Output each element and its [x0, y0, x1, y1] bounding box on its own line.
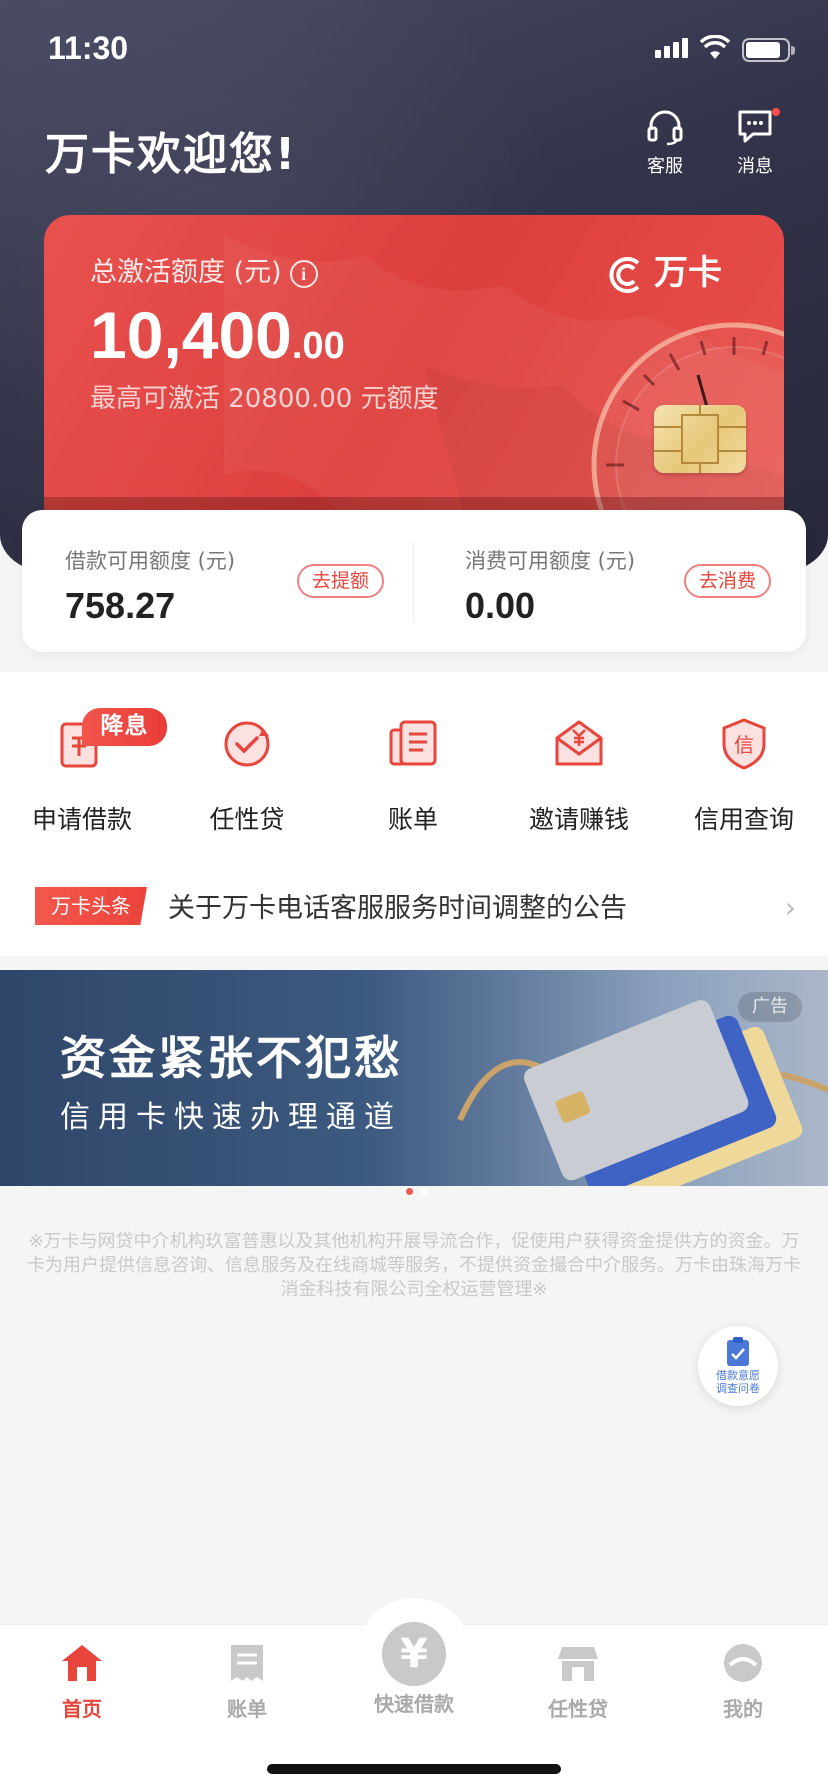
- wanka-logo-icon: [609, 256, 640, 293]
- available-limits-card: 借款可用额度 (元) 758.27 去提额 消费可用额度 (元) 0.00 去消…: [22, 510, 806, 652]
- customer-service-button[interactable]: 客服: [630, 108, 700, 178]
- banner-headline: 资金紧张不犯愁: [60, 1031, 403, 1085]
- wifi-icon: [700, 35, 730, 59]
- shortcut-label: 邀请赚钱: [528, 805, 629, 834]
- credit-limit-card[interactable]: 总激活额度 (元) i 10,400.00 最高可激活 20800.00 元额度 …: [44, 215, 784, 515]
- status-bar: 11:30: [0, 0, 828, 100]
- tab-label: 任性贷: [548, 1697, 608, 1721]
- receipt-icon: [231, 1645, 263, 1681]
- limits-divider: [413, 542, 414, 622]
- news-tag: 万卡头条: [35, 887, 147, 925]
- home-icon: [62, 1645, 102, 1681]
- tab-bill[interactable]: 账单: [187, 1641, 307, 1722]
- home-indicator: [267, 1764, 561, 1774]
- raise-limit-button[interactable]: 去提额: [297, 564, 385, 598]
- store-icon: [558, 1647, 598, 1681]
- welcome-title: 万卡欢迎您!: [45, 129, 298, 180]
- total-limit-title: 总激活额度 (元) i: [90, 250, 318, 289]
- pagination-dot-active[interactable]: [406, 1188, 413, 1195]
- consume-limit-value: 0.00: [465, 585, 536, 626]
- loan-limit-value: 758.27: [65, 585, 176, 626]
- shortcut-grid: 申请借款 任性贷 账单 邀请赚钱 信 信用查询: [0, 672, 828, 852]
- rate-cut-badge: 降息: [82, 708, 167, 746]
- yuan-envelope-icon: [555, 720, 603, 766]
- tab-renxing-loan[interactable]: 任性贷: [518, 1641, 638, 1722]
- shortcut-credit-query[interactable]: 信 信用查询: [669, 714, 819, 836]
- shortcut-bill[interactable]: 账单: [338, 714, 488, 836]
- credit-char: 信: [734, 733, 754, 757]
- ad-label: 广告: [738, 992, 802, 1022]
- consume-limit: 消费可用额度 (元) 0.00: [465, 545, 635, 627]
- shortcut-label: 任性贷: [209, 805, 285, 834]
- quick-loan-label: 快速借款: [374, 1692, 454, 1716]
- loan-limit: 借款可用额度 (元) 758.27: [65, 545, 235, 627]
- max-activation-text: 最高可激活 20800.00 元额度: [90, 384, 439, 414]
- shortcut-label: 申请借款: [31, 805, 132, 834]
- card-chip: [654, 405, 746, 473]
- loan-limit-label: 借款可用额度 (元): [65, 549, 236, 573]
- info-icon[interactable]: i: [289, 259, 318, 288]
- refresh-check-icon: [224, 721, 270, 767]
- survey-label: 借款意愿 调查问卷: [716, 1369, 760, 1395]
- customer-service-label: 客服: [647, 156, 683, 177]
- status-time: 11:30: [48, 30, 129, 66]
- battery-icon: [742, 38, 795, 62]
- shortcut-renxing-loan[interactable]: 任性贷: [172, 714, 322, 836]
- tab-label: 我的: [723, 1697, 763, 1721]
- messages-button[interactable]: 消息: [720, 108, 790, 178]
- unread-dot: [772, 108, 780, 116]
- credit-shield-icon: 信: [722, 718, 766, 770]
- banner-subline: 信用卡快速办理通道: [60, 1100, 402, 1135]
- banner-pagination: [402, 1180, 432, 1199]
- shortcut-label: 账单: [387, 805, 438, 834]
- loan-survey-button[interactable]: 借款意愿 调查问卷: [698, 1326, 778, 1406]
- headset-icon: [647, 110, 683, 146]
- bill-icon: [389, 720, 437, 766]
- tab-label: 首页: [62, 1697, 102, 1721]
- ad-banner[interactable]: 资金紧张不犯愁 信用卡快速办理通道 广告: [0, 970, 828, 1186]
- quick-loan-button[interactable]: ¥: [382, 1622, 446, 1686]
- go-consume-button[interactable]: 去消费: [684, 564, 772, 598]
- disclaimer-text: ※万卡与网贷中介机构玖富普惠以及其他机构开展导流合作，促使用户获得资金提供方的资…: [27, 1231, 801, 1300]
- brand-logo: 万卡: [604, 245, 722, 297]
- total-limit-amount: 10,400.00: [90, 298, 345, 372]
- shortcut-label: 信用查询: [693, 805, 794, 834]
- news-headline: 关于万卡电话客服服务时间调整的公告: [168, 893, 627, 924]
- consume-limit-label: 消费可用额度 (元): [465, 549, 636, 573]
- tab-home[interactable]: 首页: [22, 1641, 142, 1722]
- pagination-dot[interactable]: [421, 1188, 428, 1195]
- user-icon: [724, 1644, 762, 1682]
- cellular-signal-icon: [655, 38, 691, 58]
- chevron-right-icon: ›: [784, 891, 796, 924]
- news-notice-bar[interactable]: 万卡头条 关于万卡电话客服服务时间调整的公告 ›: [0, 852, 828, 956]
- messages-label: 消息: [737, 156, 773, 177]
- clipboard-icon: [727, 1337, 749, 1366]
- shortcut-invite[interactable]: 邀请赚钱: [504, 714, 654, 836]
- tab-mine[interactable]: 我的: [683, 1641, 803, 1722]
- message-bubble-icon: [738, 110, 772, 143]
- tab-label: 账单: [227, 1697, 267, 1721]
